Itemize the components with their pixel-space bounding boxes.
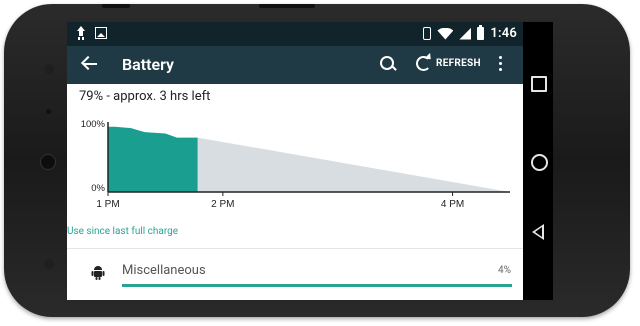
refresh-icon bbox=[416, 56, 431, 71]
phone-frame: 1:46 Battery REFRESH 79% - approx. 3 hrs… bbox=[4, 4, 630, 317]
upload-icon bbox=[75, 26, 87, 40]
speaker bbox=[44, 259, 54, 269]
app-bar: Battery REFRESH bbox=[67, 46, 523, 84]
search-icon[interactable] bbox=[380, 56, 394, 70]
battery-chart: 100% 0% 1 PM 2 PM 4 PM bbox=[81, 119, 511, 210]
recent-apps-icon[interactable] bbox=[531, 76, 547, 92]
status-time: 1:46 bbox=[490, 26, 517, 41]
history-area bbox=[108, 126, 198, 192]
proximity-sensor bbox=[46, 109, 51, 114]
usage-item-bar-fill bbox=[122, 284, 512, 287]
usage-item-bar bbox=[122, 284, 512, 287]
x-tick-label: 2 PM bbox=[211, 199, 234, 210]
back-arrow-icon[interactable] bbox=[81, 55, 99, 73]
screen: 1:46 Battery REFRESH 79% - approx. 3 hrs… bbox=[67, 22, 523, 300]
front-camera bbox=[40, 154, 56, 170]
android-icon bbox=[91, 266, 105, 280]
wifi-icon bbox=[437, 27, 454, 40]
vibrate-icon bbox=[423, 27, 432, 40]
speaker bbox=[44, 64, 54, 74]
hardware-button bbox=[259, 4, 315, 8]
more-options-icon[interactable] bbox=[499, 56, 503, 74]
refresh-label: REFRESH bbox=[436, 58, 481, 69]
x-tick-label: 1 PM bbox=[96, 199, 119, 210]
y-tick-label: 100% bbox=[81, 119, 106, 130]
page-title: Battery bbox=[122, 55, 174, 74]
image-icon bbox=[95, 27, 107, 39]
status-bar: 1:46 bbox=[67, 22, 523, 46]
usage-item-label[interactable]: Miscellaneous bbox=[122, 263, 206, 278]
y-tick-label: 0% bbox=[91, 183, 105, 194]
battery-status-text: 79% - approx. 3 hrs left bbox=[79, 89, 211, 104]
divider bbox=[67, 248, 523, 249]
back-icon[interactable] bbox=[532, 224, 544, 240]
x-tick-label: 4 PM bbox=[441, 199, 464, 210]
hardware-button bbox=[102, 4, 130, 8]
refresh-button[interactable]: REFRESH bbox=[416, 56, 481, 71]
use-since-label[interactable]: Use since last full charge bbox=[67, 226, 178, 237]
home-icon[interactable] bbox=[531, 154, 548, 171]
projection-area bbox=[197, 137, 511, 192]
usage-item-percent: 4% bbox=[498, 265, 511, 276]
battery-icon bbox=[477, 25, 485, 40]
signal-icon bbox=[459, 27, 472, 40]
